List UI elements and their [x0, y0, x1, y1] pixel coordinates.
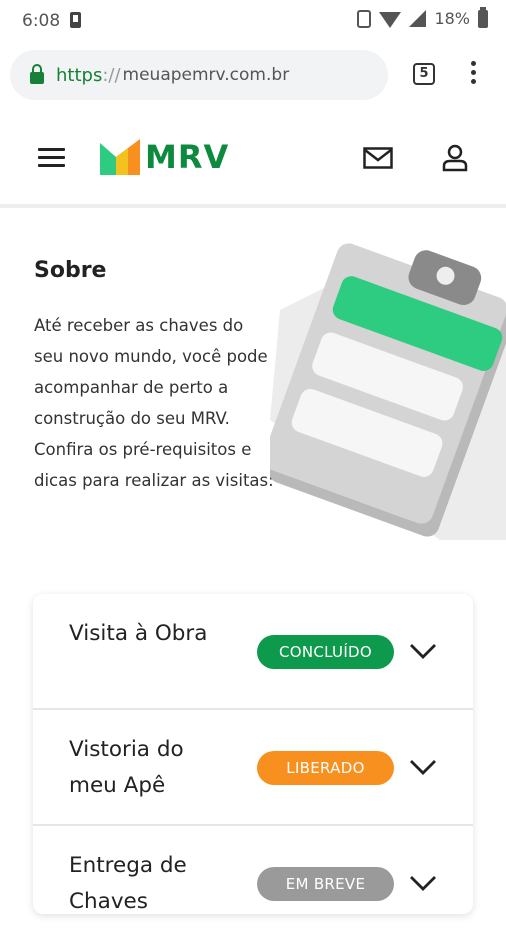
- step-label: Entrega de Chaves: [69, 853, 187, 914]
- status-badge: EM BREVE: [257, 867, 394, 901]
- step-label: Visita à Obra: [69, 621, 208, 646]
- chevron-down-icon[interactable]: [409, 642, 437, 660]
- hamburger-icon[interactable]: [38, 148, 65, 168]
- user-icon[interactable]: [442, 144, 468, 172]
- logo-text: MRV: [145, 138, 230, 176]
- about-title: Sobre: [34, 258, 107, 283]
- wifi-icon: [379, 11, 402, 28]
- url-host: meuapemrv.com.br: [122, 65, 290, 85]
- url-scheme: https: [56, 64, 103, 86]
- lock-icon: [30, 63, 44, 84]
- status-badge: LIBERADO: [257, 751, 394, 785]
- about-text: Até receber as chaves do seu novo mundo,…: [34, 316, 274, 490]
- site-header: MRV: [0, 108, 506, 208]
- step-row-entrega[interactable]: Entrega de Chaves EM BREVE: [33, 826, 473, 942]
- clipboard-illustration: [270, 243, 506, 540]
- url-separator: ://: [102, 64, 121, 86]
- signal-icon: [409, 10, 427, 27]
- chevron-down-icon[interactable]: [409, 874, 437, 892]
- url-bar[interactable]: https :// meuapemrv.com.br: [10, 50, 388, 100]
- battery-percent: 18%: [434, 9, 470, 28]
- browser-toolbar: https :// meuapemrv.com.br 5: [0, 44, 506, 108]
- status-badge: CONCLUÍDO: [257, 635, 394, 669]
- vibrate-icon: [357, 9, 372, 28]
- status-bar: 6:08 18%: [0, 0, 506, 44]
- mail-icon[interactable]: [363, 147, 393, 169]
- step-label: Vistoria do meu Apê: [69, 737, 184, 798]
- menu-icon[interactable]: [468, 61, 478, 89]
- notification-icon: [70, 12, 81, 28]
- steps-card: Visita à Obra CONCLUÍDO Vistoria do meu …: [33, 594, 473, 914]
- step-row-visita[interactable]: Visita à Obra CONCLUÍDO: [33, 594, 473, 710]
- step-row-vistoria[interactable]: Vistoria do meu Apê LIBERADO: [33, 710, 473, 826]
- mrv-logo[interactable]: MRV: [100, 138, 229, 176]
- tabs-icon[interactable]: 5: [413, 63, 435, 85]
- chevron-down-icon[interactable]: [409, 758, 437, 776]
- status-icons: 18%: [357, 6, 488, 28]
- logo-mark-icon: [100, 139, 140, 175]
- battery-icon: [478, 6, 488, 28]
- status-time: 6:08: [22, 11, 61, 31]
